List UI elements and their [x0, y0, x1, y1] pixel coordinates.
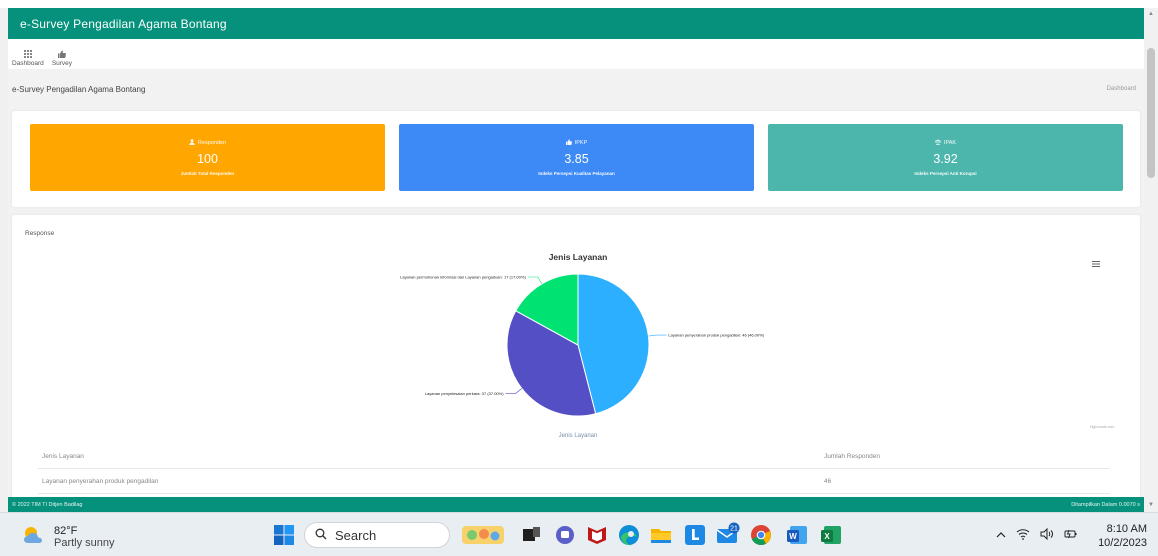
stat-heading-label: IPAK — [943, 140, 957, 146]
partly-sunny-icon — [22, 525, 46, 550]
nav-item-survey[interactable]: Survey — [52, 48, 72, 67]
mcafee-icon[interactable] — [584, 522, 610, 548]
pie-chart: Jenis Layanan Layanan penyerahan produk … — [400, 252, 765, 439]
nav-item-dashboard[interactable]: Dashboard — [12, 48, 44, 67]
scroll-down-icon[interactable]: ▼ — [1148, 502, 1154, 508]
chrome-icon[interactable] — [748, 522, 774, 548]
stat-box-ipkp: IPKP 3.85 Indeks Persepsi Kualitas Pelay… — [399, 124, 754, 191]
pie-label-connector — [505, 388, 523, 394]
breadcrumb[interactable]: Dashboard — [1107, 86, 1136, 92]
chat-icon[interactable] — [552, 522, 578, 548]
data-table: Jenis Layanan Jumlah Responden Layanan p… — [38, 444, 1110, 494]
mail-icon[interactable]: 21 — [714, 522, 740, 548]
wifi-icon[interactable] — [1016, 527, 1030, 545]
chart-credit[interactable]: Highcharts.com — [1090, 425, 1114, 429]
scrollbar-thumb[interactable] — [1147, 48, 1155, 178]
thumbs-up-icon — [565, 139, 572, 147]
clock-time: 8:10 AM — [1106, 523, 1147, 535]
thumbs-up-icon — [57, 48, 66, 60]
stat-value: 100 — [197, 152, 218, 166]
stat-box-ipak: IPAK 3.92 Indeks Persepsi Anti Korupsi — [768, 124, 1123, 191]
user-icon — [189, 139, 195, 147]
notification-badge: 21 — [730, 526, 738, 533]
stat-subtitle: Jumlah Total Responden — [180, 171, 235, 176]
stats-card: Responden 100 Jumlah Total Responden IPK… — [12, 111, 1140, 207]
word-icon[interactable]: W — [784, 522, 810, 548]
stat-heading: Responden — [189, 139, 226, 147]
taskbar-clock[interactable]: 8:10 AM 10/2/2023 — [1093, 522, 1147, 550]
table-header-row: Jenis Layanan Jumlah Responden — [38, 444, 1110, 469]
balance-icon — [934, 139, 941, 147]
pie-data-label: Layanan penyerahan produk pengadilan: 46… — [668, 333, 764, 338]
svg-text:X: X — [824, 532, 830, 541]
pie-label-connector — [527, 276, 543, 285]
stat-heading: IPAK — [934, 139, 957, 147]
chart-title: Jenis Layanan — [549, 252, 608, 262]
weather-condition: Partly sunny — [54, 537, 115, 549]
response-card: Response Jenis Layanan Layanan penyeraha… — [12, 215, 1140, 505]
volume-icon[interactable] — [1040, 527, 1054, 545]
svg-text:W: W — [789, 532, 797, 541]
windows-start-icon[interactable] — [271, 522, 297, 548]
stat-value: 3.85 — [564, 152, 589, 166]
system-tray — [996, 527, 1078, 545]
page-title: e-Survey Pengadilan Agama Bontang — [12, 84, 146, 94]
vertical-scrollbar[interactable]: ▲ ▼ — [1144, 8, 1158, 512]
scroll-up-icon[interactable]: ▲ — [1148, 11, 1154, 17]
weather-widget[interactable]: 82°F Partly sunny — [22, 525, 115, 550]
search-label: Search — [335, 527, 377, 543]
stat-value: 3.92 — [933, 152, 958, 166]
table-header-cell: Jumlah Responden — [824, 452, 881, 460]
app-title: e-Survey Pengadilan Agama Bontang — [20, 16, 227, 31]
stat-heading: IPKP — [565, 139, 588, 147]
grid-icon — [23, 48, 32, 60]
page-footer: © 2022 TIM TI Ditjen Badilag Ditampilkan… — [8, 497, 1144, 512]
weather-temp: 82°F — [54, 525, 78, 537]
chart-x-axis-label: Jenis Layanan — [559, 433, 598, 439]
pie-label-connector — [648, 334, 667, 337]
windows-taskbar: 82°F Partly sunny Search 21 W X 8:10 AM … — [0, 512, 1158, 556]
clock-date: 10/2/2023 — [1098, 537, 1147, 549]
nav-bar: Dashboard Survey — [8, 39, 1144, 69]
stat-subtitle: Indeks Persepsi Anti Korupsi — [914, 171, 977, 176]
excel-icon[interactable]: X — [818, 522, 844, 548]
nav-item-label: Dashboard — [12, 60, 44, 67]
battery-icon[interactable] — [1064, 527, 1078, 545]
edge-icon[interactable] — [616, 522, 642, 548]
chart-menu-icon[interactable] — [1092, 254, 1100, 272]
chevron-up-icon[interactable] — [996, 527, 1006, 545]
footer-render-time: Ditampilkan Dalam 0.0070 s — [1071, 501, 1140, 508]
stat-heading-label: IPKP — [574, 140, 588, 146]
table-header-cell: Jenis Layanan — [42, 452, 84, 460]
table-row: Layanan penyerahan produk pengadilan 46 — [38, 469, 1110, 494]
l-app-icon[interactable] — [682, 522, 708, 548]
pie-data-label: Layanan penyelesaian perkara: 37 (37.00%… — [425, 391, 504, 396]
table-cell: 46 — [824, 477, 832, 485]
page-header: e-Survey Pengadilan Agama Bontang Dashbo… — [8, 69, 1144, 109]
app-topbar: e-Survey Pengadilan Agama Bontang — [8, 8, 1144, 39]
stat-subtitle: Indeks Persepsi Kualitas Pelayanan — [538, 171, 615, 176]
browser-top-edge — [0, 0, 1158, 8]
pie-data-label: Layanan permohonan informasi dan Layanan… — [400, 275, 526, 280]
stat-box-responden: Responden 100 Jumlah Total Responden — [30, 124, 385, 191]
nav-item-label: Survey — [51, 60, 73, 67]
stat-heading-label: Responden — [197, 140, 227, 146]
task-view-icon[interactable] — [518, 522, 544, 548]
file-explorer-icon[interactable] — [648, 522, 674, 548]
widgets-illustration-icon[interactable] — [460, 522, 506, 548]
taskbar-search[interactable]: Search — [304, 522, 450, 548]
search-icon — [315, 528, 327, 543]
table-cell: Layanan penyerahan produk pengadilan — [42, 477, 159, 485]
web-page: e-Survey Pengadilan Agama Bontang Dashbo… — [8, 8, 1144, 512]
footer-copyright: © 2022 TIM TI Ditjen Badilag — [12, 501, 83, 508]
